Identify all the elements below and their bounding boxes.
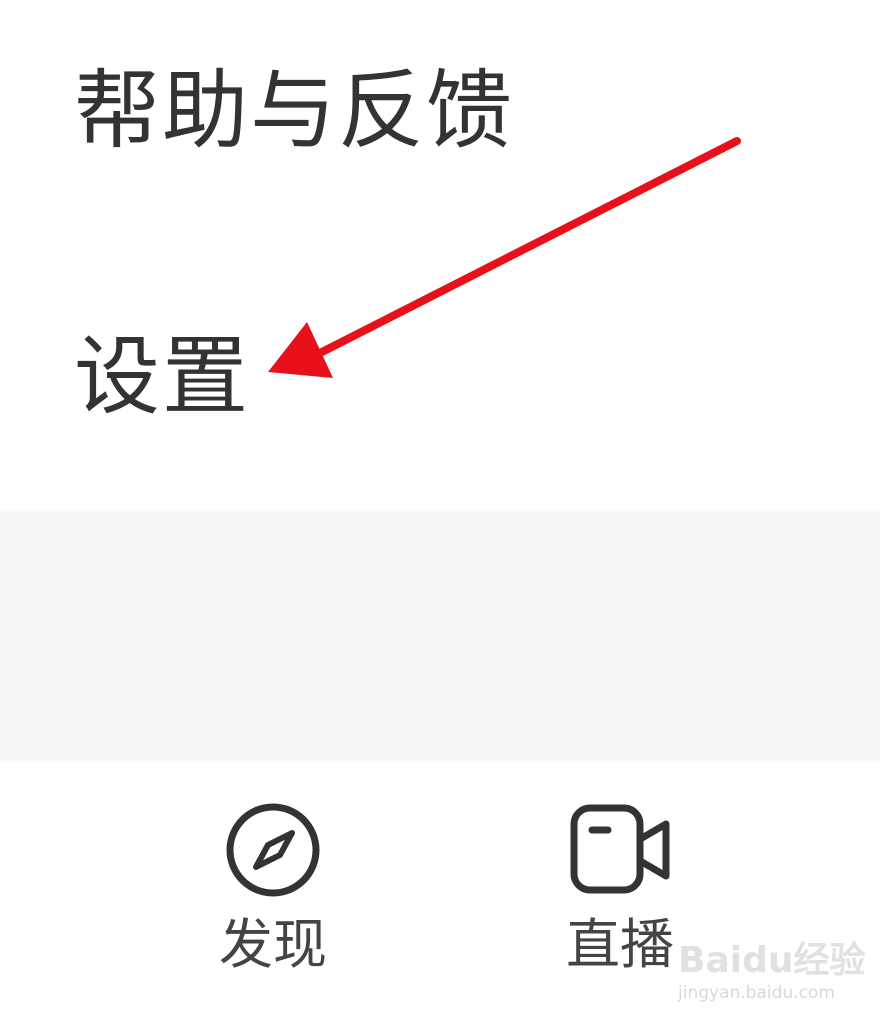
tab-live[interactable]: 直播 — [540, 800, 700, 990]
menu-item-settings[interactable]: 设置 — [74, 334, 250, 420]
menu-item-help-feedback[interactable]: 帮助与反馈 — [74, 68, 514, 154]
tab-live-label: 直播 — [566, 913, 674, 976]
video-camera-icon — [570, 804, 670, 894]
tab-discover[interactable]: 发现 — [193, 800, 353, 990]
tab-discover-label: 发现 — [219, 913, 327, 976]
section-divider — [0, 510, 880, 762]
watermark-brand: Baidu经验 — [678, 940, 866, 981]
watermark: Baidu经验 jingyan.baidu.com — [672, 925, 872, 1015]
watermark-url: jingyan.baidu.com — [678, 983, 835, 1003]
compass-icon — [226, 803, 320, 897]
